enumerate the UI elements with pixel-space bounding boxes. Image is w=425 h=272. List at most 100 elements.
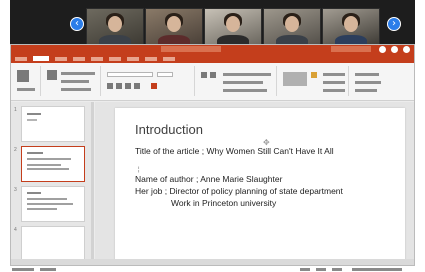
meeting-video-strip: ‹ › — [10, 0, 415, 48]
slide-number: 3 — [14, 187, 17, 193]
clipboard-group — [13, 66, 41, 96]
status-bar — [11, 259, 414, 265]
slide-thumbnail-pane: 1 2 3 4 — [11, 102, 91, 262]
italic-icon[interactable] — [116, 83, 122, 89]
participant-face — [226, 16, 240, 32]
align-text-button[interactable] — [223, 81, 263, 84]
slide-thumbnail[interactable]: 1 — [14, 106, 85, 142]
reset-button[interactable] — [61, 80, 89, 83]
previous-participants-button[interactable]: ‹ — [70, 17, 84, 31]
participant-face — [108, 16, 122, 32]
find-button[interactable] — [355, 73, 379, 76]
maximize-icon[interactable] — [391, 46, 398, 53]
tab-slide-show[interactable] — [127, 56, 139, 61]
presentation-window: 1 2 3 4 Introduction ✥ Title of the arti… — [10, 44, 415, 266]
taskbar-icon[interactable] — [332, 268, 342, 271]
slide-text-line[interactable]: Title of the article ; Why Women Still C… — [135, 146, 334, 156]
select-button[interactable] — [355, 89, 377, 92]
slide-title[interactable]: Introduction — [135, 122, 203, 137]
thumbnail-scrollbar[interactable] — [91, 102, 94, 260]
tab-view[interactable] — [163, 56, 175, 61]
thumbnail-text — [27, 203, 73, 205]
slide-thumbnail[interactable]: 4 — [14, 226, 85, 262]
ribbon-tabs — [11, 54, 414, 63]
taskbar-label — [40, 268, 56, 271]
tab-animations[interactable] — [109, 56, 121, 61]
slide-number: 4 — [14, 227, 17, 233]
tab-transitions[interactable] — [91, 56, 103, 61]
participant-video-tile[interactable] — [263, 8, 321, 46]
font-group — [103, 66, 195, 96]
section-button[interactable] — [61, 88, 91, 91]
strikethrough-icon[interactable] — [134, 83, 140, 89]
replace-button[interactable] — [355, 81, 381, 84]
participant-video-tile[interactable] — [86, 8, 144, 46]
bullets-icon[interactable] — [201, 72, 207, 78]
thumbnail-text — [27, 192, 41, 194]
new-slide-icon[interactable] — [47, 70, 57, 80]
next-participants-button[interactable]: › — [387, 17, 401, 31]
taskbar-icon[interactable] — [300, 268, 310, 271]
slide-thumbnail-selected[interactable]: 2 — [14, 146, 85, 182]
slide-text-line[interactable]: Her job ; Director of policy planning of… — [135, 186, 343, 196]
participant-video-tile[interactable] — [145, 8, 203, 46]
slide-text-line[interactable]: Work in Princeton university — [171, 198, 276, 208]
paragraph-group — [197, 66, 277, 96]
editing-group — [351, 66, 411, 96]
thumbnail-text — [27, 198, 67, 200]
document-title — [161, 46, 221, 52]
slide-number: 2 — [14, 147, 17, 153]
underline-icon[interactable] — [125, 83, 131, 89]
thumbnail-text — [27, 164, 61, 166]
participant-face — [167, 16, 181, 32]
shape-fill-button[interactable] — [323, 73, 345, 76]
thumbnail-text — [27, 208, 57, 210]
participant-video-tile[interactable] — [322, 8, 380, 46]
slide-text-line[interactable]: Name of author ; Anne Marie Slaughter — [135, 174, 282, 184]
drawing-group — [279, 66, 349, 96]
ribbon-toolbar — [11, 63, 414, 101]
font-size-select[interactable] — [157, 72, 173, 77]
participant-face — [344, 16, 358, 32]
minimize-icon[interactable] — [379, 46, 386, 53]
participant-video-tile[interactable] — [204, 8, 262, 46]
thumbnail-text — [27, 152, 43, 154]
paste-label — [17, 88, 35, 91]
font-color-icon[interactable] — [151, 83, 157, 89]
shape-outline-button[interactable] — [323, 81, 345, 84]
thumbnail-text — [27, 168, 69, 170]
tab-home[interactable] — [33, 56, 49, 61]
tab-review[interactable] — [145, 56, 157, 61]
thumbnail-text — [27, 119, 37, 121]
taskbar-strip — [0, 266, 425, 272]
user-account[interactable] — [331, 46, 371, 52]
thumbnail-text — [27, 158, 71, 160]
shape-effects-button[interactable] — [323, 89, 345, 92]
bold-icon[interactable] — [107, 83, 113, 89]
taskbar-label — [12, 268, 34, 271]
thumbnail-text — [27, 113, 41, 115]
tab-file[interactable] — [15, 56, 27, 61]
slide-thumbnail[interactable]: 3 — [14, 186, 85, 222]
font-family-select[interactable] — [107, 72, 153, 77]
tab-insert[interactable] — [55, 56, 67, 61]
empty-bullet-icon: ¦ — [138, 167, 140, 173]
title-bar — [11, 45, 414, 54]
shapes-gallery[interactable] — [283, 72, 307, 86]
taskbar-icon[interactable] — [316, 268, 326, 271]
slide-editor: Introduction ✥ Title of the article ; Wh… — [95, 102, 414, 264]
participant-face — [285, 16, 299, 32]
text-direction-button[interactable] — [223, 73, 271, 76]
slide-number: 1 — [14, 107, 17, 113]
close-icon[interactable] — [403, 46, 410, 53]
numbering-icon[interactable] — [210, 72, 216, 78]
taskbar-label — [352, 268, 402, 271]
slides-group — [43, 66, 101, 96]
arrange-icon[interactable] — [311, 72, 317, 78]
tab-design[interactable] — [73, 56, 85, 61]
convert-to-smartart-button[interactable] — [223, 89, 267, 92]
current-slide[interactable]: Introduction ✥ Title of the article ; Wh… — [115, 108, 405, 264]
participant-tiles — [86, 8, 380, 46]
layout-button[interactable] — [61, 72, 95, 75]
paste-icon[interactable] — [17, 70, 29, 82]
